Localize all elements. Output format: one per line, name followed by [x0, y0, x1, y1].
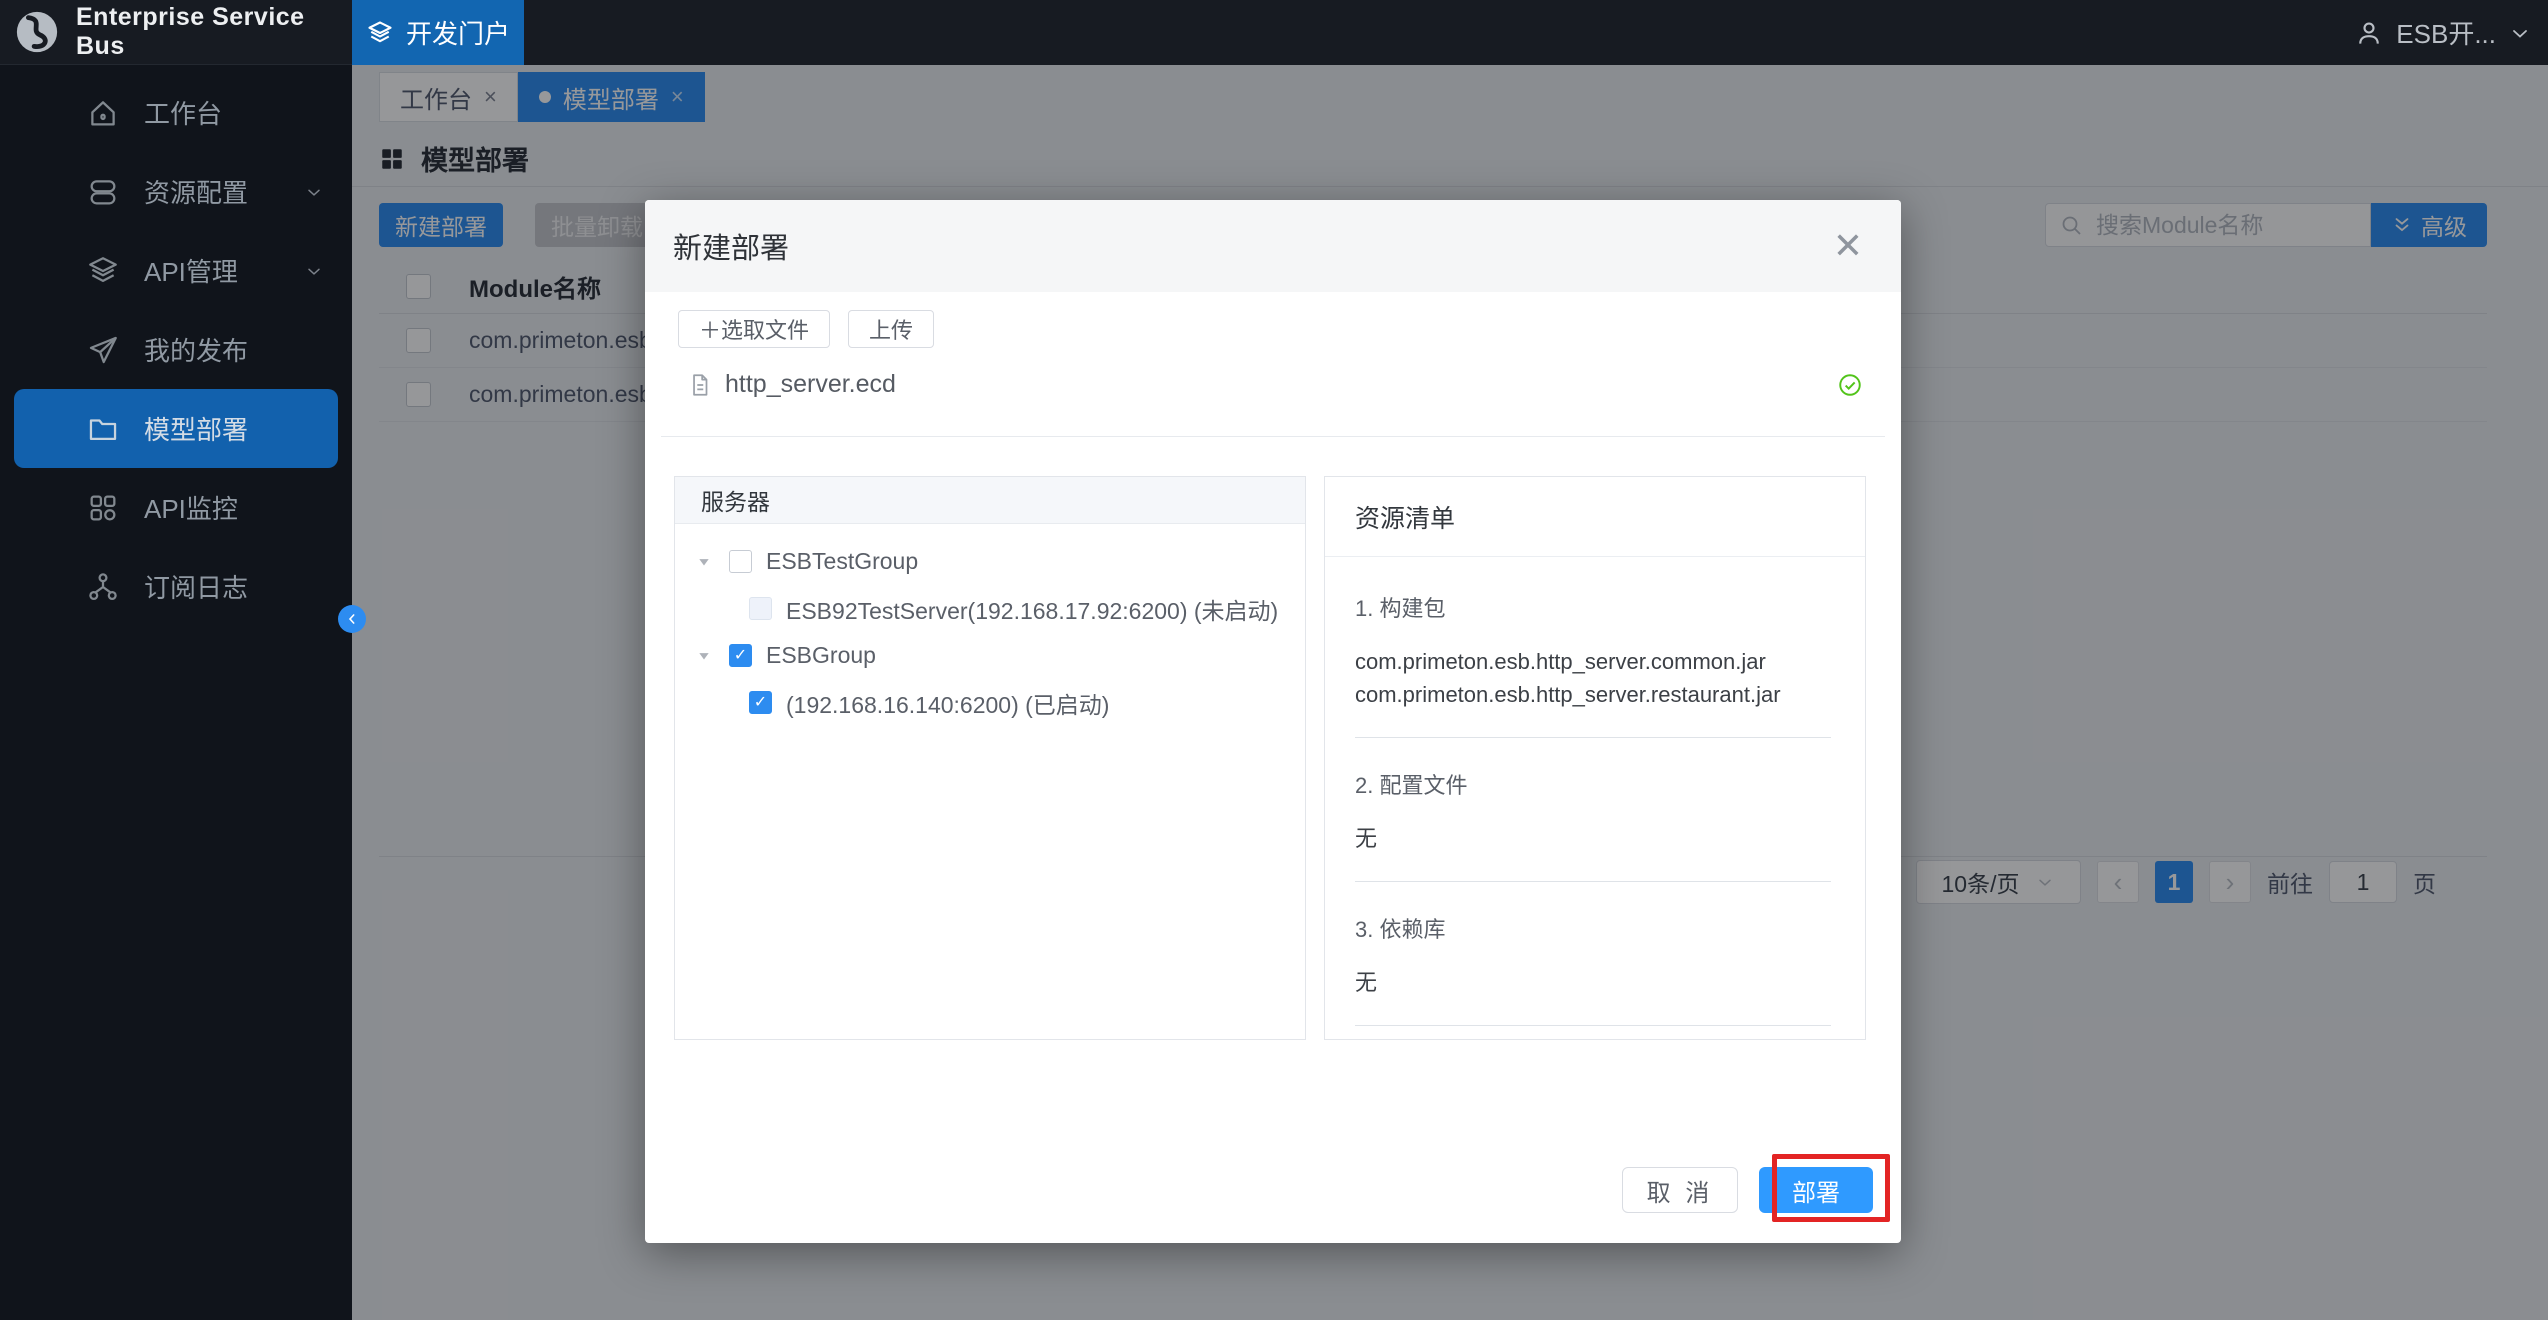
topbar: Enterprise Service Bus 开发门户 ESB开... — [0, 0, 2548, 65]
new-deploy-modal: 新建部署 ✕ ＋选取文件 上传 http_server.ecd 服务器 ESBT… — [645, 200, 1901, 1243]
send-icon — [86, 333, 120, 367]
upload-controls: ＋选取文件 上传 — [678, 310, 934, 348]
section-heading: 3. 依赖库 — [1355, 912, 1845, 944]
sidebar-item-label: API监控 — [144, 489, 238, 526]
upload-button[interactable]: 上传 — [848, 310, 934, 348]
tree-checkbox[interactable] — [729, 550, 752, 573]
sidebar-item-label: 模型部署 — [144, 410, 248, 447]
tree-node-esbgroup[interactable]: ✓ ESBGroup — [697, 632, 1305, 679]
sidebar-item-model-deploy[interactable]: 模型部署 — [14, 389, 338, 468]
resource-section-dependencies: 3. 依赖库 无 — [1355, 912, 1845, 1026]
user-menu[interactable]: ESB开... — [2354, 0, 2548, 65]
section-heading: 1. 构建包 — [1355, 591, 1845, 623]
resource-list: 1. 构建包 com.primeton.esb.http_server.comm… — [1325, 557, 1865, 1040]
section-divider — [1355, 881, 1831, 882]
sidebar-item-api-management[interactable]: API管理 — [0, 231, 352, 310]
folder-icon — [86, 412, 120, 446]
topbar-spacer — [524, 0, 2354, 65]
person-icon — [2354, 18, 2384, 48]
tree-node-esbtestgroup[interactable]: ESBTestGroup — [697, 538, 1305, 585]
sidebar-item-label: 订阅日志 — [144, 568, 248, 605]
layers-icon — [86, 254, 120, 288]
tree-node-label: ESB92TestServer(192.168.17.92:6200) (未启动… — [786, 592, 1278, 626]
server-tree: ESBTestGroup ESB92TestServer(192.168.17.… — [675, 524, 1305, 726]
tree-node-esb92testserver[interactable]: ESB92TestServer(192.168.17.92:6200) (未启动… — [697, 585, 1305, 632]
uploaded-file-row[interactable]: http_server.ecd — [687, 370, 1863, 399]
tree-checkbox-disabled — [749, 597, 772, 620]
tree-node-label: ESBTestGroup — [766, 548, 918, 575]
sidebar-item-label: 资源配置 — [144, 173, 248, 210]
close-icon[interactable]: ✕ — [1833, 228, 1863, 264]
modal-header: 新建部署 ✕ — [645, 200, 1901, 292]
brand-title: Enterprise Service Bus — [76, 3, 352, 61]
tree-node-label: ESBGroup — [766, 642, 876, 669]
chevron-down-icon — [304, 261, 324, 281]
brand: Enterprise Service Bus — [0, 0, 352, 65]
section-divider — [1355, 1025, 1831, 1026]
resource-item: com.primeton.esb.http_server.common.jar — [1355, 645, 1845, 678]
chevron-down-icon — [304, 182, 324, 202]
sidebar-item-resource-config[interactable]: 资源配置 — [0, 152, 352, 231]
sidebar-menu: 工作台 资源配置 API管理 我的发布 模型部署 API监控 订阅日志 — [0, 65, 352, 626]
chevron-down-icon — [2508, 21, 2532, 45]
file-name: http_server.ecd — [725, 370, 896, 399]
sidebar: 工作台 资源配置 API管理 我的发布 模型部署 API监控 订阅日志 — [0, 65, 352, 1320]
resource-item: com.primeton.esb.http_server.restaurant.… — [1355, 678, 1845, 711]
section-heading: 2. 配置文件 — [1355, 768, 1845, 800]
grid-monitor-icon — [86, 491, 120, 525]
nav-portal-label: 开发门户 — [406, 14, 510, 51]
sidebar-item-label: API管理 — [144, 252, 238, 289]
modal-title: 新建部署 — [673, 225, 789, 267]
resource-panel-title: 资源清单 — [1325, 477, 1865, 557]
tree-checkbox-checked[interactable]: ✓ — [729, 644, 752, 667]
resource-section-config-files: 2. 配置文件 无 — [1355, 768, 1845, 882]
cancel-button[interactable]: 取 消 — [1622, 1167, 1738, 1213]
database-icon — [86, 175, 120, 209]
section-divider — [1355, 737, 1831, 738]
resource-panel: 资源清单 1. 构建包 com.primeton.esb.http_server… — [1324, 476, 1866, 1040]
home-icon — [86, 96, 120, 130]
sidebar-collapse-button[interactable] — [338, 605, 366, 633]
sitemap-icon — [86, 570, 120, 604]
tree-node-192-168-16-140[interactable]: ✓ (192.168.16.140:6200) (已启动) — [697, 679, 1305, 726]
nav-portal-tab[interactable]: 开发门户 — [352, 0, 524, 65]
sidebar-item-workbench[interactable]: 工作台 — [0, 73, 352, 152]
caret-down-icon[interactable] — [697, 649, 715, 663]
sidebar-item-api-monitor[interactable]: API监控 — [0, 468, 352, 547]
tree-checkbox-checked[interactable]: ✓ — [749, 691, 772, 714]
resource-item: 无 — [1355, 822, 1845, 855]
sidebar-item-label: 工作台 — [144, 94, 222, 131]
brand-logo-icon — [14, 9, 60, 55]
sidebar-item-label: 我的发布 — [144, 331, 248, 368]
server-panel-title: 服务器 — [675, 477, 1305, 524]
caret-down-icon[interactable] — [697, 555, 715, 569]
resource-section-build-packages: 1. 构建包 com.primeton.esb.http_server.comm… — [1355, 591, 1845, 738]
server-panel: 服务器 ESBTestGroup ESB92TestServer(192.168… — [674, 476, 1306, 1040]
resource-item: 无 — [1355, 966, 1845, 999]
layers-icon — [366, 19, 394, 47]
sidebar-item-my-publish[interactable]: 我的发布 — [0, 310, 352, 389]
tree-node-label: (192.168.16.140:6200) (已启动) — [786, 686, 1109, 720]
deploy-button[interactable]: 部署 — [1759, 1167, 1873, 1213]
check-circle-icon — [1837, 372, 1863, 398]
user-name: ESB开... — [2396, 14, 2496, 51]
document-icon — [687, 372, 713, 398]
select-file-button[interactable]: ＋选取文件 — [678, 310, 830, 348]
sidebar-item-subscription-log[interactable]: 订阅日志 — [0, 547, 352, 626]
modal-divider — [661, 436, 1885, 437]
